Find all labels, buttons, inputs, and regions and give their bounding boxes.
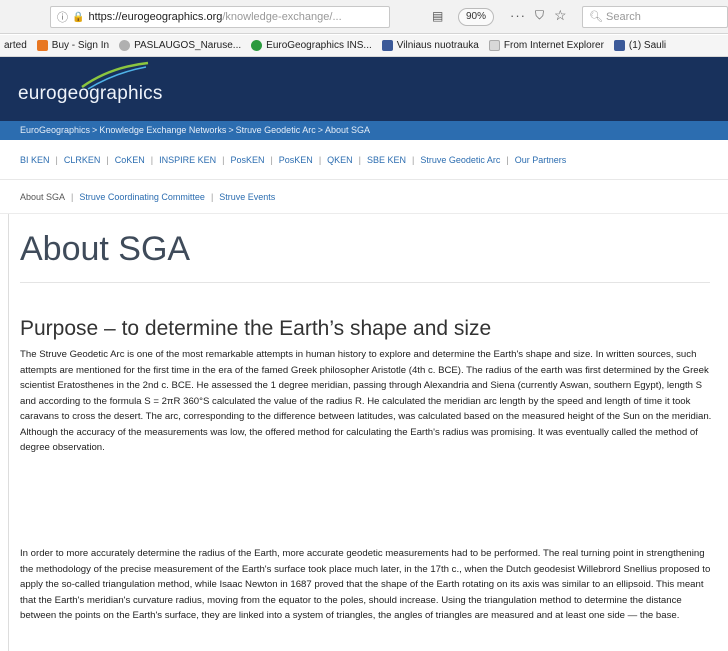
facebook-icon xyxy=(381,40,393,51)
lock-icon: 🔒 xyxy=(72,11,85,23)
paragraph: In order to more accurately determine th… xyxy=(20,548,711,621)
nav-item-clrken[interactable]: CLRKEN xyxy=(64,155,101,165)
breadcrumb-current: About SGA xyxy=(324,125,370,135)
primary-nav: BI KEN | CLRKEN | CoKEN | INSPIRE KEN | PosKEN | P… xyxy=(0,140,728,180)
bookmark-item[interactable]: arted xyxy=(4,40,27,51)
page-title: About SGA xyxy=(20,230,191,268)
bookmark-label: arted xyxy=(4,40,27,51)
url-path: /knowledge-exchange/... xyxy=(222,11,342,23)
search-icon: 🔍︎ xyxy=(589,11,603,23)
pocket-icon[interactable]: ⛉ xyxy=(535,8,544,23)
subnav-item-about-sga[interactable]: About SGA xyxy=(20,192,65,202)
breadcrumb-item[interactable]: Knowledge Exchange Networks xyxy=(99,125,226,135)
bookmark-item[interactable]: (1) Sauli xyxy=(613,40,667,51)
nav-item-our-partners[interactable]: Our Partners xyxy=(515,155,567,165)
bookmark-label: PASLAUGOS_Naruse... xyxy=(134,40,242,51)
breadcrumb: EuroGeographics > Knowledge Exchange Netwo… xyxy=(0,121,728,140)
browser-search-input[interactable]: 🔍︎ Search xyxy=(582,6,728,28)
search-placeholder: Search xyxy=(606,11,641,23)
facebook-icon xyxy=(613,40,625,51)
paragraph: The Struve Geodetic Arc is one of the mo… xyxy=(20,349,712,453)
nav-item-bi-ken[interactable]: BI KEN xyxy=(20,155,50,165)
nav-item-posken[interactable]: PosKEN xyxy=(230,155,264,165)
bookmark-label: From Internet Explorer xyxy=(503,40,604,51)
more-actions-icon[interactable]: ··· xyxy=(510,8,526,23)
folder-icon xyxy=(488,40,500,51)
favicon-icon xyxy=(251,40,263,51)
bookmark-item[interactable]: EuroGeographics INS... xyxy=(251,40,372,51)
section-heading: Purpose – to determine the Earth’s shape… xyxy=(20,317,492,340)
nav-item-struve-geodetic-arc[interactable]: Struve Geodetic Arc xyxy=(420,155,500,165)
nav-item-inspire-ken[interactable]: INSPIRE KEN xyxy=(159,155,216,165)
nav-item-qken[interactable]: QKEN xyxy=(327,155,353,165)
browser-toolbar: ⓘ 🔒 https://eurogeographics.org /knowled… xyxy=(0,0,728,34)
bookmark-item[interactable]: Buy - Sign In xyxy=(36,40,110,51)
info-icon[interactable]: ⓘ xyxy=(57,9,68,25)
subnav-item-struve-events[interactable]: Struve Events xyxy=(219,192,275,202)
favicon-icon xyxy=(36,40,48,51)
nav-item-posken-2[interactable]: PosKEN xyxy=(279,155,313,165)
bookmark-label: (1) Sauli xyxy=(628,40,667,51)
favicon-icon xyxy=(119,40,131,51)
bookmark-label: Vilniaus nuotrauka xyxy=(396,40,479,51)
bookmark-item[interactable]: From Internet Explorer xyxy=(488,40,604,51)
content-border xyxy=(8,214,9,651)
bookmark-label: Buy - Sign In xyxy=(51,40,110,51)
divider xyxy=(20,282,710,283)
site-header: eurogeographics xyxy=(0,57,728,121)
breadcrumb-item[interactable]: Struve Geodetic Arc xyxy=(236,125,316,135)
bookmark-star-icon[interactable]: ☆ xyxy=(554,7,567,24)
url-domain: https://eurogeographics.org xyxy=(88,11,223,23)
bookmarks-bar: arted Buy - Sign In PASLAUGOS_Naruse... … xyxy=(0,35,728,57)
breadcrumb-item[interactable]: EuroGeographics xyxy=(20,125,90,135)
nav-item-sbe-ken[interactable]: SBE KEN xyxy=(367,155,406,165)
url-field[interactable]: ⓘ 🔒 https://eurogeographics.org /knowled… xyxy=(50,6,390,28)
site-logo[interactable]: eurogeographics xyxy=(18,83,163,105)
nav-item-coken[interactable]: CoKEN xyxy=(115,155,145,165)
reader-view-icon[interactable]: ▤ xyxy=(432,9,443,23)
zoom-level[interactable]: 90% xyxy=(458,8,494,26)
bookmark-item[interactable]: Vilniaus nuotrauka xyxy=(381,40,479,51)
bookmark-label: EuroGeographics INS... xyxy=(266,40,372,51)
bookmark-item[interactable]: PASLAUGOS_Naruse... xyxy=(119,40,241,51)
subnav-item-coordinating-committee[interactable]: Struve Coordinating Committee xyxy=(79,192,205,202)
secondary-nav: About SGA | Struve Coordinating Committee |… xyxy=(0,181,728,214)
